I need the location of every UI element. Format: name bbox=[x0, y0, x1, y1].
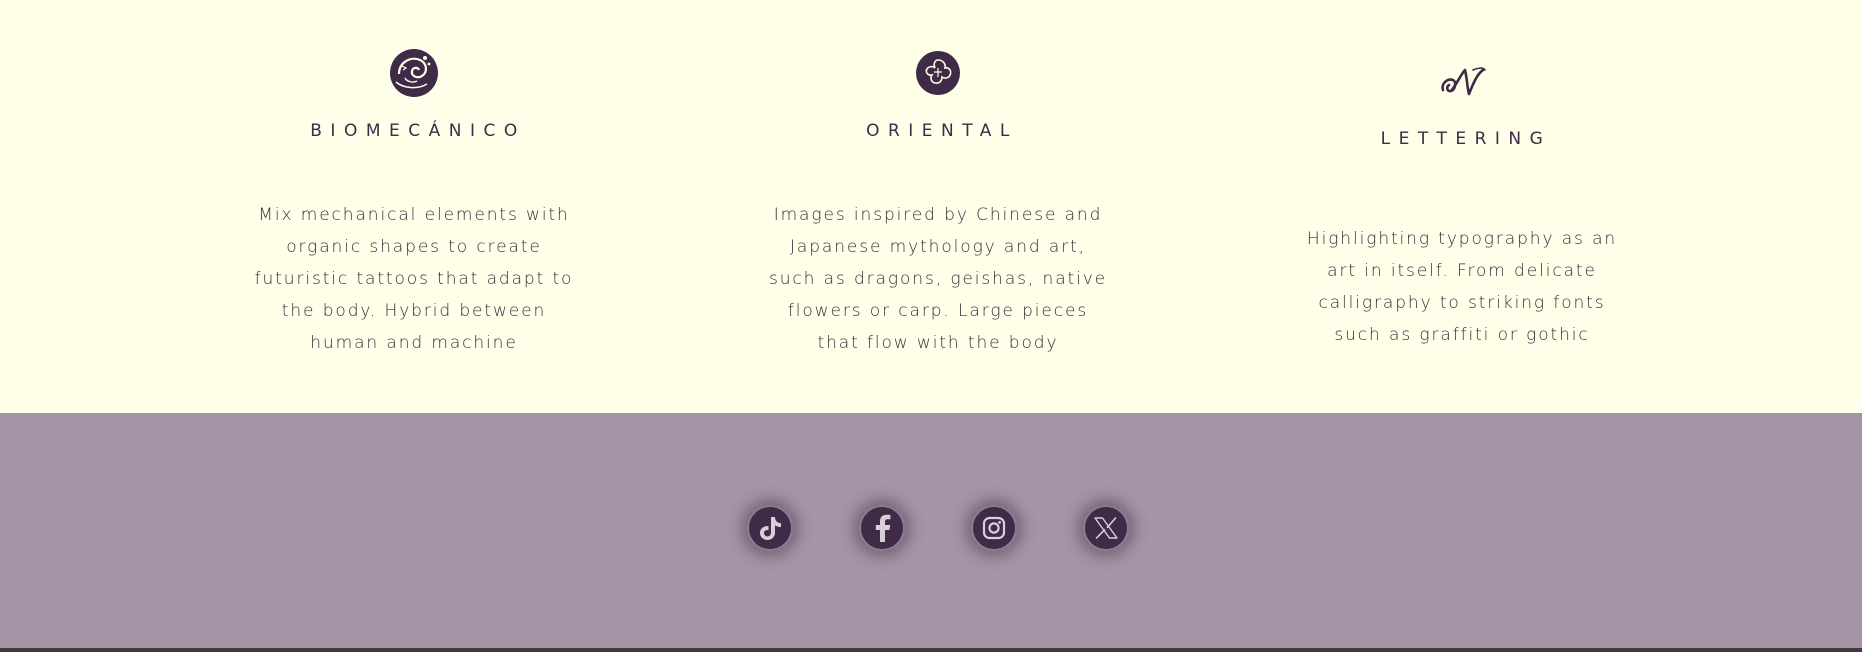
style-description: Mix mechanical elements with organic sha… bbox=[254, 205, 574, 353]
bottom-divider bbox=[0, 648, 1862, 652]
style-title: ORIENTAL bbox=[866, 121, 1018, 141]
style-description: Images inspired by Chinese and Japanese … bbox=[768, 205, 1108, 353]
oriental-flower-icon bbox=[915, 50, 961, 100]
biomechanical-swirl-icon bbox=[387, 48, 441, 102]
x-twitter-link[interactable] bbox=[1083, 505, 1129, 551]
style-description: Highlighting typography as an art in its… bbox=[1306, 229, 1618, 345]
style-title: LETTERING bbox=[1380, 129, 1552, 149]
tiktok-icon bbox=[758, 515, 782, 541]
instagram-icon bbox=[982, 516, 1006, 540]
style-title: BIOMECÁNICO bbox=[310, 121, 526, 141]
facebook-icon bbox=[872, 514, 892, 542]
footer bbox=[0, 413, 1862, 648]
tattoo-styles-section: BIOMECÁNICO Mix mechanical elements with… bbox=[0, 0, 1862, 413]
lettering-script-n-icon bbox=[1437, 64, 1487, 104]
facebook-link[interactable] bbox=[859, 505, 905, 551]
tiktok-link[interactable] bbox=[747, 505, 793, 551]
instagram-link[interactable] bbox=[971, 505, 1017, 551]
x-icon bbox=[1094, 517, 1118, 539]
